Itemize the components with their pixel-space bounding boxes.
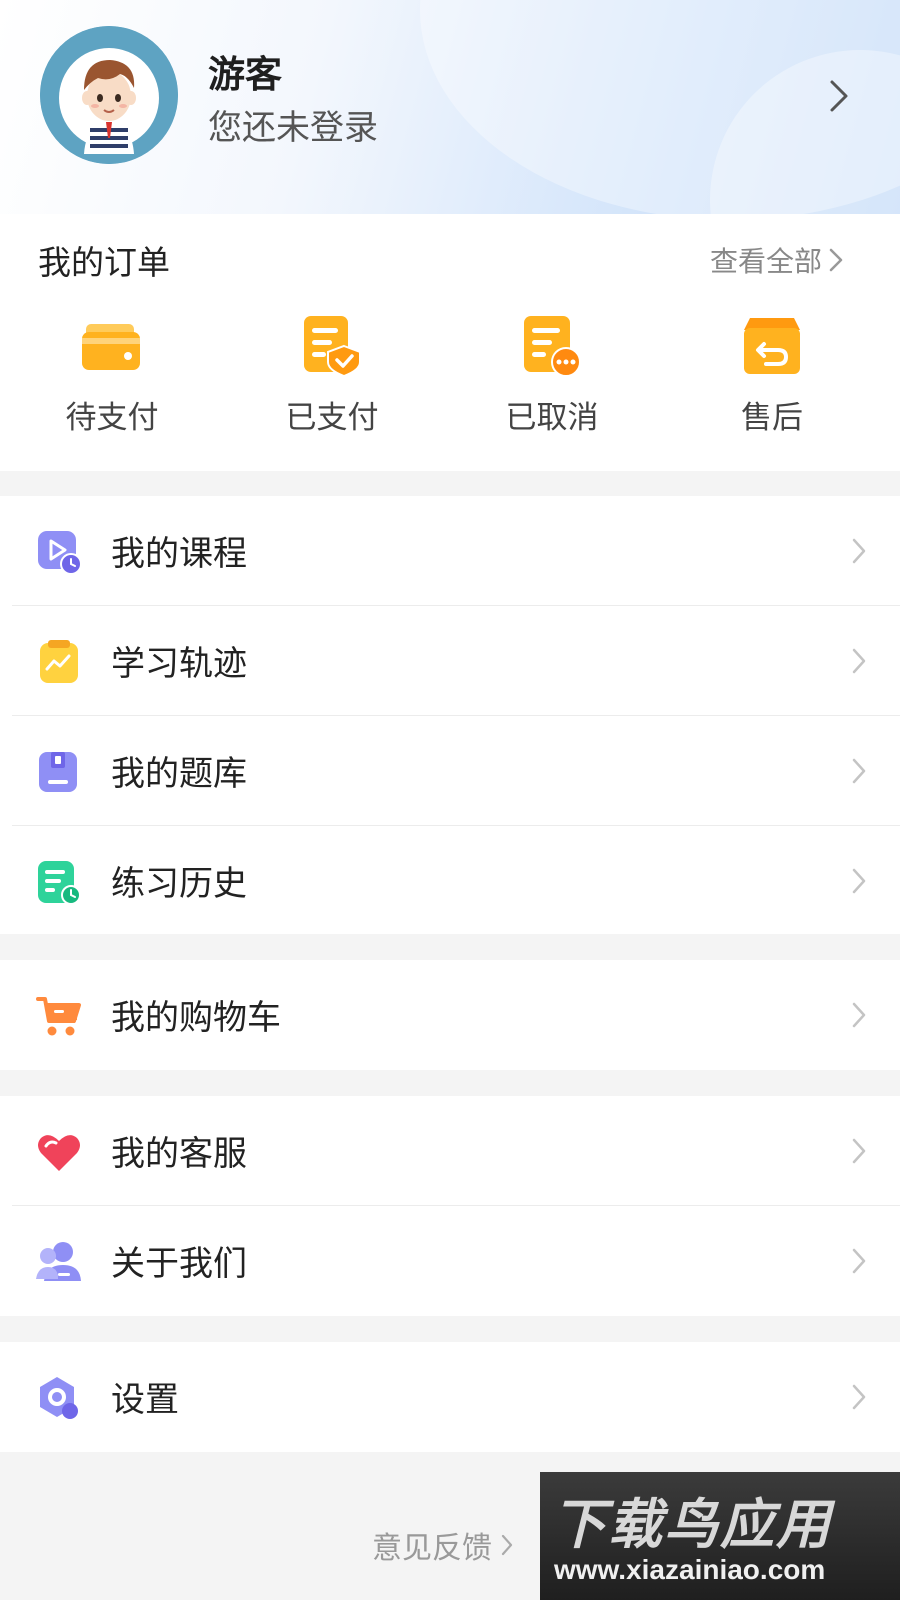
chevron-right-icon: [852, 1138, 866, 1164]
feedback-link[interactable]: 意见反馈: [372, 1523, 514, 1567]
chevron-right-icon: [852, 648, 866, 674]
question-bank-icon: [39, 752, 77, 792]
menu-label: 练习历史: [111, 864, 247, 904]
menu-label: 我的客服: [111, 1134, 247, 1174]
chevron-right-icon: [501, 1534, 513, 1556]
order-pending-label: 待支付: [65, 400, 159, 436]
order-paid[interactable]: 已支付: [242, 314, 422, 444]
view-all-label: 查看全部: [710, 245, 823, 278]
after-sales-return-icon: [744, 318, 800, 374]
menu-label: 关于我们: [111, 1244, 247, 1284]
menu-item-question-bank[interactable]: 我的题库: [0, 716, 900, 826]
chevron-right-icon: [852, 1002, 866, 1028]
chevron-right-icon: [852, 538, 866, 564]
profile-page: 游客 您还未登录 我的订单 查看全部 待支付 已支付 已取消 售后 我的课程 学…: [0, 0, 900, 1600]
shopping-cart-icon: [36, 997, 81, 1036]
heart-service-icon: [38, 1135, 80, 1171]
support-menu-group: 我的客服 关于我们: [0, 1096, 900, 1316]
menu-item-practice-history[interactable]: 练习历史: [0, 826, 900, 936]
menu-item-about-us[interactable]: 关于我们: [0, 1206, 900, 1316]
chevron-right-icon: [829, 248, 843, 272]
cartoon-boy-avatar-icon: [40, 26, 178, 164]
watermark-title: 下载鸟应用: [552, 1493, 832, 1556]
watermark-logo: 下载鸟应用 www.xiazainiao.com: [540, 1472, 900, 1600]
chevron-right-icon: [852, 758, 866, 784]
video-course-icon: [38, 531, 82, 575]
menu-label: 设置: [111, 1380, 179, 1420]
order-paid-label: 已支付: [285, 400, 379, 436]
menu-item-settings[interactable]: 设置: [0, 1342, 900, 1452]
paid-document-icon: [304, 316, 361, 378]
order-cancelled-label: 已取消: [505, 400, 599, 436]
menu-item-learning-track[interactable]: 学习轨迹: [0, 606, 900, 716]
menu-label: 学习轨迹: [111, 644, 247, 684]
cancelled-document-icon: [524, 316, 581, 377]
order-cancelled[interactable]: 已取消: [462, 314, 642, 444]
wallet-card-icon: [82, 324, 140, 370]
menu-item-shopping-cart[interactable]: 我的购物车: [0, 960, 900, 1070]
orders-card: 我的订单 查看全部 待支付 已支付 已取消 售后: [0, 214, 900, 471]
view-all-orders-link[interactable]: 查看全部: [710, 240, 844, 280]
feedback-label: 意见反馈: [372, 1531, 492, 1566]
menu-label: 我的购物车: [111, 998, 281, 1038]
settings-menu-group: 设置: [0, 1342, 900, 1452]
orders-title: 我的订单: [38, 243, 170, 282]
shopping-menu-group: 我的购物车: [0, 960, 900, 1070]
menu-label: 我的题库: [111, 754, 247, 794]
menu-item-my-courses[interactable]: 我的课程: [0, 496, 900, 606]
learning-menu-group: 我的课程 学习轨迹 我的题库 练习历史: [0, 496, 900, 934]
about-us-user-icon: [36, 1242, 81, 1281]
order-pending-payment[interactable]: 待支付: [22, 314, 202, 444]
menu-item-customer-service[interactable]: 我的客服: [0, 1096, 900, 1206]
practice-history-icon: [38, 861, 81, 905]
menu-label: 我的课程: [111, 534, 247, 574]
chevron-right-icon: [852, 868, 866, 894]
chevron-right-icon: [852, 1384, 866, 1410]
clipboard-chart-icon: [40, 640, 78, 683]
settings-hexagon-icon: [40, 1377, 78, 1419]
order-after-sales-label: 售后: [741, 400, 803, 436]
avatar[interactable]: [40, 26, 178, 164]
chevron-right-icon: [852, 1248, 866, 1274]
user-name[interactable]: 游客: [208, 44, 282, 98]
profile-header[interactable]: 游客 您还未登录: [0, 0, 900, 214]
login-status[interactable]: 您还未登录: [208, 100, 378, 149]
chevron-right-icon[interactable]: [822, 76, 856, 116]
order-after-sales[interactable]: 售后: [682, 314, 862, 444]
watermark-url: www.xiazainiao.com: [554, 1554, 826, 1585]
